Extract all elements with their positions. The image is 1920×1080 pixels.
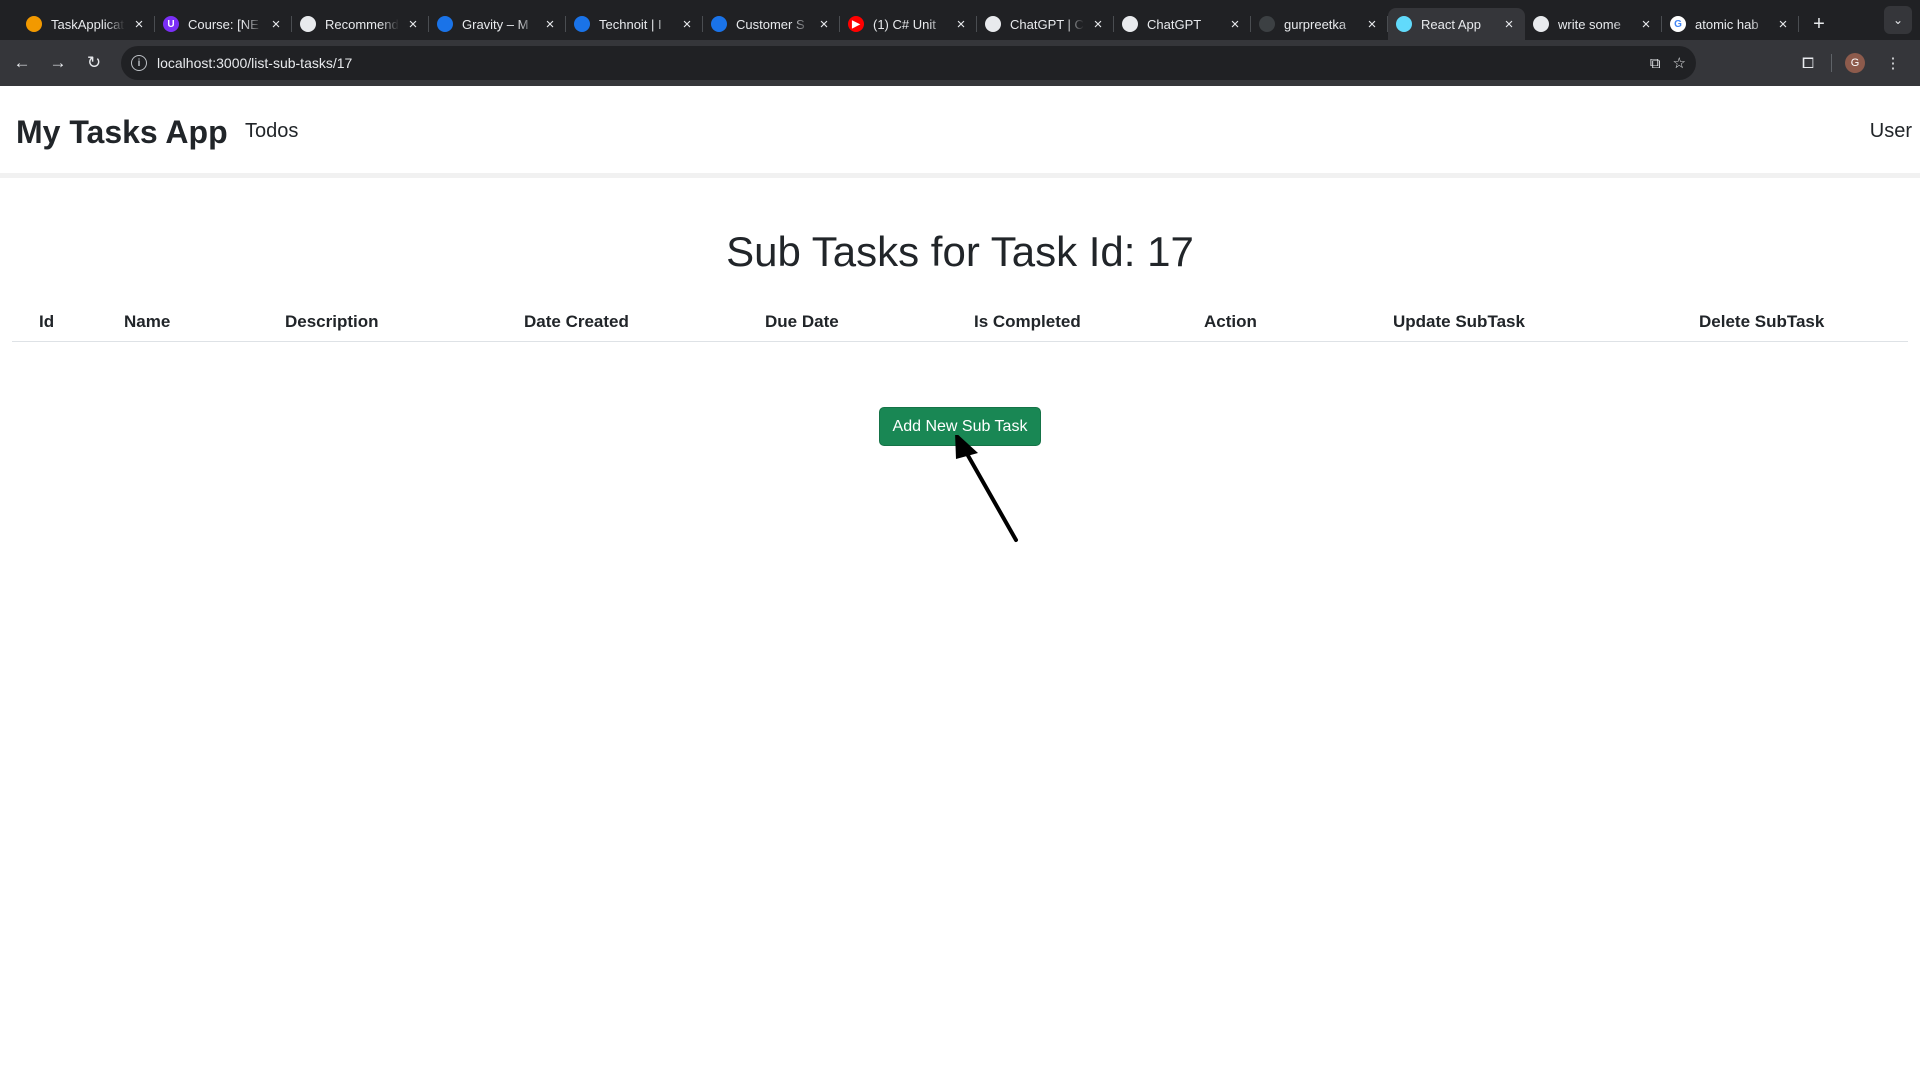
browser-tab[interactable]: Recommend × bbox=[292, 8, 429, 40]
close-icon[interactable]: × bbox=[953, 16, 969, 33]
browser-tab[interactable]: ChatGPT × bbox=[1114, 8, 1251, 40]
tab-favicon-icon bbox=[1396, 16, 1412, 32]
close-icon[interactable]: × bbox=[268, 16, 284, 33]
profile-button[interactable]: G bbox=[1840, 48, 1870, 78]
browser-tab[interactable]: React App × bbox=[1388, 8, 1525, 40]
col-header-due-date: Due Date bbox=[765, 312, 839, 331]
browser-tab[interactable]: Gravity – M × bbox=[429, 8, 566, 40]
menu-kebab-icon[interactable]: ⋮ bbox=[1878, 48, 1908, 78]
site-info-icon[interactable]: i bbox=[131, 55, 147, 71]
close-icon[interactable]: × bbox=[1638, 16, 1654, 33]
close-icon[interactable]: × bbox=[1775, 16, 1791, 33]
tab-title: Recommend bbox=[325, 16, 399, 32]
tab-search-button[interactable]: ⌄ bbox=[1884, 6, 1912, 34]
tab-title: React App bbox=[1421, 16, 1481, 32]
tab-favicon-icon: G bbox=[1670, 16, 1686, 32]
tab-favicon-icon bbox=[985, 16, 1001, 32]
col-header-action: Action bbox=[1204, 312, 1257, 331]
close-icon[interactable]: × bbox=[405, 16, 421, 33]
url-text[interactable]: localhost:3000/list-sub-tasks/17 bbox=[157, 55, 352, 71]
bookmark-star-icon[interactable]: ☆ bbox=[1673, 54, 1686, 72]
page-title: Sub Tasks for Task Id: 17 bbox=[726, 228, 1194, 275]
reload-icon: ↻ bbox=[86, 53, 102, 72]
new-tab-button[interactable]: + bbox=[1805, 10, 1833, 38]
tab-title: write some bbox=[1558, 16, 1621, 32]
tab-title: ChatGPT | C bbox=[1010, 16, 1084, 32]
close-icon[interactable]: × bbox=[1364, 16, 1380, 33]
extensions-icon[interactable]: ⧠ bbox=[1793, 48, 1823, 78]
close-icon[interactable]: × bbox=[131, 16, 147, 33]
subtasks-table-header: Id Name Description Date Created Due Dat… bbox=[12, 304, 1908, 342]
tab-favicon-icon bbox=[711, 16, 727, 32]
tab-title: Customer S bbox=[736, 16, 805, 32]
tab-title: Technoit | I bbox=[599, 16, 662, 32]
close-icon[interactable]: × bbox=[816, 16, 832, 33]
tab-favicon-icon bbox=[26, 16, 42, 32]
address-bar[interactable]: i localhost:3000/list-sub-tasks/17 ⧉ ☆ bbox=[121, 46, 1696, 80]
back-button[interactable]: ← bbox=[5, 46, 39, 80]
avatar: G bbox=[1845, 53, 1865, 73]
app-brand[interactable]: My Tasks App bbox=[16, 114, 228, 151]
annotation-arrow-icon bbox=[955, 435, 1018, 542]
tab-title: Gravity – M bbox=[462, 16, 529, 32]
browser-tab[interactable]: U Course: [NE × bbox=[155, 8, 292, 40]
col-header-description: Description bbox=[285, 312, 379, 331]
tab-favicon-icon bbox=[574, 16, 590, 32]
browser-tab[interactable]: gurpreetka × bbox=[1251, 8, 1388, 40]
nav-link-todos[interactable]: Todos bbox=[245, 120, 298, 143]
tab-favicon-icon: ▶ bbox=[848, 16, 864, 32]
tab-favicon-icon bbox=[1533, 16, 1549, 32]
col-header-id: Id bbox=[39, 312, 55, 331]
nav-link-user[interactable]: User bbox=[1870, 120, 1912, 143]
reload-button[interactable]: ↻ bbox=[77, 46, 111, 80]
tab-favicon-icon bbox=[300, 16, 316, 32]
col-header-update-subtask: Update SubTask bbox=[1393, 312, 1525, 331]
tab-favicon-icon bbox=[1259, 16, 1275, 32]
arrow-left-icon: ← bbox=[13, 53, 31, 72]
chevron-down-icon: ⌄ bbox=[1892, 13, 1904, 27]
app-navbar: My Tasks App Todos User bbox=[0, 86, 1920, 178]
page-content: My Tasks App Todos User Sub Tasks for Ta… bbox=[0, 86, 1920, 1080]
tab-favicon-icon bbox=[437, 16, 453, 32]
tab-title: TaskApplication bbox=[51, 16, 125, 32]
close-icon[interactable]: × bbox=[1227, 16, 1243, 33]
close-icon[interactable]: × bbox=[542, 16, 558, 33]
col-header-delete-subtask: Delete SubTask bbox=[1699, 312, 1825, 331]
browser-tab[interactable]: Technoit | I × bbox=[566, 8, 703, 40]
col-header-name: Name bbox=[124, 312, 171, 331]
tab-favicon-icon bbox=[1122, 16, 1138, 32]
browser-tab[interactable]: Gatomic hab × bbox=[1662, 8, 1799, 40]
install-app-icon[interactable]: ⧉ bbox=[1650, 55, 1661, 72]
toolbar-right: ⧠ G ⋮ bbox=[1793, 40, 1920, 86]
browser-toolbar: ← → ↻ i localhost:3000/list-sub-tasks/17… bbox=[0, 40, 1920, 86]
tab-title: atomic hab bbox=[1695, 16, 1759, 32]
tab-separator bbox=[1798, 16, 1799, 32]
toolbar-divider bbox=[1831, 54, 1832, 72]
arrow-right-icon: → bbox=[49, 53, 67, 72]
close-icon[interactable]: × bbox=[679, 16, 695, 33]
close-icon[interactable]: × bbox=[1090, 16, 1106, 33]
browser-tab-strip: TaskApplication×UCourse: [NE×Recommend×G… bbox=[0, 0, 1920, 40]
tab-title: gurpreetka bbox=[1284, 16, 1347, 32]
forward-button[interactable]: → bbox=[41, 46, 75, 80]
tab-list: TaskApplication×UCourse: [NE×Recommend×G… bbox=[0, 0, 1799, 40]
col-header-date-created: Date Created bbox=[524, 312, 629, 331]
omnibox-actions: ⧉ ☆ bbox=[1650, 46, 1686, 80]
browser-tab[interactable]: ▶ (1) C# Unit × bbox=[840, 8, 977, 40]
tab-favicon-icon: U bbox=[163, 16, 179, 32]
col-header-is-completed: Is Completed bbox=[974, 312, 1081, 331]
browser-tab[interactable]: ChatGPT | C × bbox=[977, 8, 1114, 40]
browser-tab[interactable]: write some × bbox=[1525, 8, 1662, 40]
close-icon[interactable]: × bbox=[1501, 16, 1517, 33]
browser-tab[interactable]: TaskApplication × bbox=[18, 8, 155, 40]
tab-title: (1) C# Unit bbox=[873, 16, 936, 32]
tab-title: ChatGPT bbox=[1147, 16, 1202, 32]
browser-tab[interactable]: Customer S × bbox=[703, 8, 840, 40]
tab-title: Course: [NE bbox=[188, 16, 259, 32]
